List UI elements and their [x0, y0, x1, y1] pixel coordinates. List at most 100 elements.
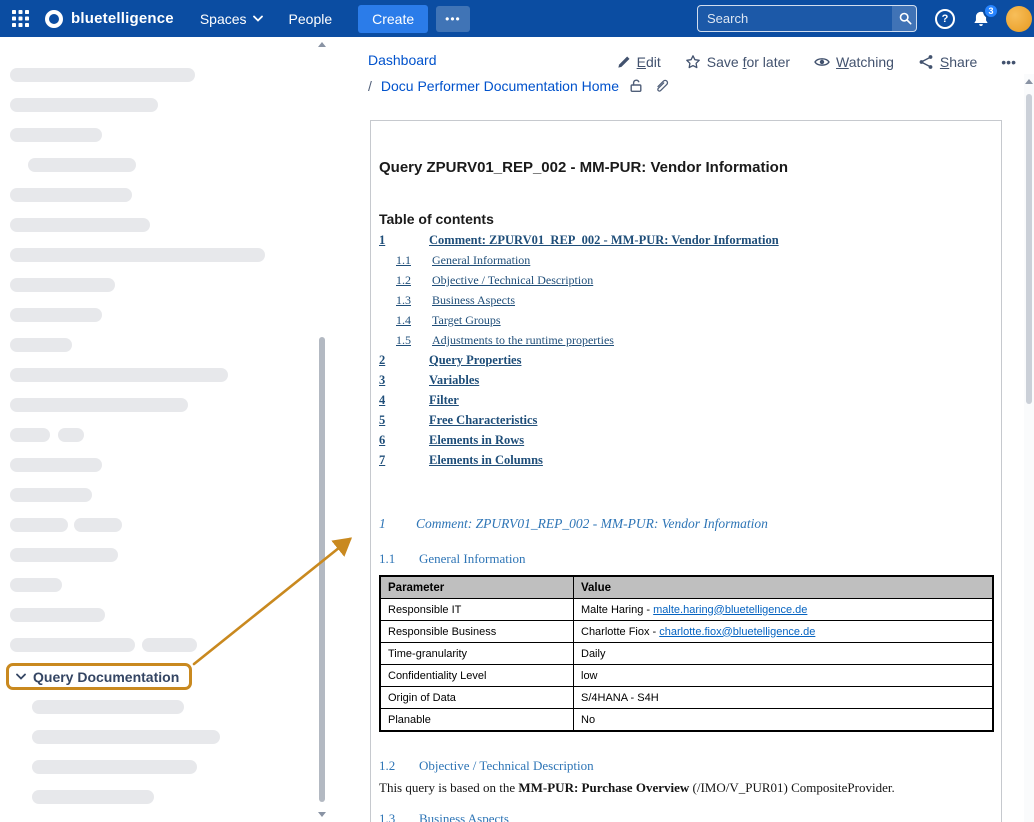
save-for-later-button[interactable]: Save for later	[685, 54, 790, 70]
table-row: Origin of DataS/4HANA - S4H	[380, 687, 993, 709]
app-switcher-icon[interactable]	[12, 10, 29, 27]
unlock-icon[interactable]	[628, 78, 644, 94]
value-cell: S/4HANA - S4H	[574, 687, 994, 709]
toc-entry-number[interactable]: 1.4	[396, 313, 411, 328]
toc-entry-number[interactable]: 3	[379, 373, 385, 388]
sidebar-skeleton-bar	[10, 338, 72, 352]
toc-entry-link[interactable]: Comment: ZPURV01_REP_002 - MM-PUR: Vendo…	[429, 233, 779, 248]
email-link[interactable]: malte.haring@bluetelligence.de	[653, 604, 807, 616]
sidebar-skeleton-bar	[10, 98, 158, 112]
toc-entry-link[interactable]: Target Groups	[432, 313, 501, 328]
toc-heading: Table of contents	[379, 211, 494, 227]
table-row: PlanableNo	[380, 709, 993, 732]
toc-entry: 1 Comment: ZPURV01_REP_002 - MM-PUR: Vend…	[379, 233, 993, 253]
topbar-more-button[interactable]: •••	[436, 6, 470, 32]
parameter-cell: Planable	[380, 709, 574, 732]
section-heading-1-1: 1.1General Information	[379, 551, 525, 567]
toc-entry: 6 Elements in Rows	[379, 433, 993, 453]
edit-label: Edit	[637, 54, 661, 70]
create-button[interactable]: Create	[358, 5, 428, 33]
toc-entry-link[interactable]: Business Aspects	[432, 293, 515, 308]
sidebar-skeleton-bar	[10, 368, 228, 382]
page-more-button[interactable]: •••	[1001, 54, 1016, 70]
toc-entry-link[interactable]: Query Properties	[429, 353, 521, 368]
content-scroll-up-arrow[interactable]	[1025, 79, 1033, 84]
chevron-down-icon	[253, 15, 263, 22]
toc-entry-number[interactable]: 7	[379, 453, 385, 468]
nav-spaces[interactable]: Spaces	[200, 11, 263, 27]
user-avatar[interactable]	[1006, 6, 1032, 32]
breadcrumb-dashboard[interactable]: Dashboard	[368, 52, 437, 68]
parameter-cell: Responsible IT	[380, 599, 574, 621]
sidebar: Query Documentation	[0, 37, 327, 822]
toc-entry-number[interactable]: 6	[379, 433, 385, 448]
breadcrumb-current-page[interactable]: Docu Performer Documentation Home	[381, 78, 619, 94]
sidebar-skeleton-bar	[32, 760, 197, 774]
value-cell: Malte Haring - malte.haring@bluetelligen…	[574, 599, 994, 621]
share-button[interactable]: Share	[918, 54, 977, 70]
toc-entry-link[interactable]: Elements in Rows	[429, 433, 524, 448]
sidebar-skeleton-bar	[10, 608, 105, 622]
toc-list: 1 Comment: ZPURV01_REP_002 - MM-PUR: Vend…	[379, 233, 993, 477]
toc-entry: 1.4 Target Groups	[379, 313, 993, 333]
help-button[interactable]: ?	[935, 9, 955, 29]
toc-entry-link[interactable]: Objective / Technical Description	[432, 273, 593, 288]
edit-button[interactable]: Edit	[616, 54, 661, 70]
toc-entry-number[interactable]: 1.3	[396, 293, 411, 308]
section-heading-1-3: 1.3Business Aspects	[379, 811, 509, 822]
watching-button[interactable]: Watching	[814, 54, 894, 70]
sidebar-skeleton-bar	[32, 790, 154, 804]
toc-entry-number[interactable]: 1	[379, 233, 385, 248]
brand-home-link[interactable]: bluetelligence	[45, 10, 174, 28]
table-row: Confidentiality Levellow	[380, 665, 993, 687]
star-icon	[685, 54, 701, 70]
toc-entry-number[interactable]: 4	[379, 393, 385, 408]
toc-entry: 4 Filter	[379, 393, 993, 413]
value-cell: Charlotte Fiox - charlotte.fiox@bluetell…	[574, 621, 994, 643]
scroll-down-arrow[interactable]	[318, 812, 326, 817]
toc-entry-link[interactable]: Filter	[429, 393, 459, 408]
table-row: Responsible ITMalte Haring - malte.harin…	[380, 599, 993, 621]
sidebar-skeleton-bar	[10, 128, 102, 142]
toc-entry-link[interactable]: General Information	[432, 253, 530, 268]
value-header: Value	[574, 576, 994, 599]
toc-entry-number[interactable]: 2	[379, 353, 385, 368]
scroll-up-arrow[interactable]	[318, 42, 326, 47]
toc-entry-number[interactable]: 1.1	[396, 253, 411, 268]
toc-entry-link[interactable]: Free Characteristics	[429, 413, 537, 428]
sidebar-skeleton-bar	[10, 248, 265, 262]
watching-label: Watching	[836, 54, 894, 70]
sidebar-skeleton-bar	[10, 488, 92, 502]
toc-entry-link[interactable]: Elements in Columns	[429, 453, 543, 468]
toc-entry-number[interactable]: 1.2	[396, 273, 411, 288]
notifications-button[interactable]: 3	[972, 10, 990, 28]
nav-people[interactable]: People	[289, 11, 333, 27]
sidebar-skeleton-bar	[10, 398, 188, 412]
sidebar-skeleton-bar	[32, 700, 184, 714]
top-navigation-bar: bluetelligence Spaces People Create ••• …	[0, 0, 1034, 37]
search-button[interactable]	[892, 6, 917, 31]
parameter-cell: Responsible Business	[380, 621, 574, 643]
query-documentation-label: Query Documentation	[33, 669, 179, 685]
sidebar-scrollbar	[317, 37, 327, 822]
help-question-mark: ?	[942, 13, 949, 25]
sidebar-skeleton-bar	[10, 518, 68, 532]
section-heading-1: 1Comment: ZPURV01_REP_002 - MM-PUR: Vend…	[379, 516, 768, 532]
toc-entry-link[interactable]: Variables	[429, 373, 479, 388]
toc-entry-number[interactable]: 5	[379, 413, 385, 428]
sidebar-item-query-documentation[interactable]: Query Documentation	[6, 663, 192, 690]
content-scrollbar-thumb[interactable]	[1026, 94, 1032, 404]
pencil-icon	[616, 55, 631, 70]
toc-entry-link[interactable]: Adjustments to the runtime properties	[432, 333, 614, 348]
paperclip-icon[interactable]	[653, 78, 669, 94]
share-label: Share	[940, 54, 977, 70]
sidebar-skeleton-bar	[58, 428, 84, 442]
email-link[interactable]: charlotte.fiox@bluetelligence.de	[659, 626, 815, 638]
sidebar-skeleton	[0, 37, 327, 822]
chevron-down-icon	[16, 673, 26, 680]
toc-entry: 1.3 Business Aspects	[379, 293, 993, 313]
sidebar-scrollbar-thumb[interactable]	[319, 337, 325, 802]
toc-entry-number[interactable]: 1.5	[396, 333, 411, 348]
sidebar-skeleton-bar	[10, 218, 150, 232]
search-input[interactable]	[698, 6, 892, 31]
